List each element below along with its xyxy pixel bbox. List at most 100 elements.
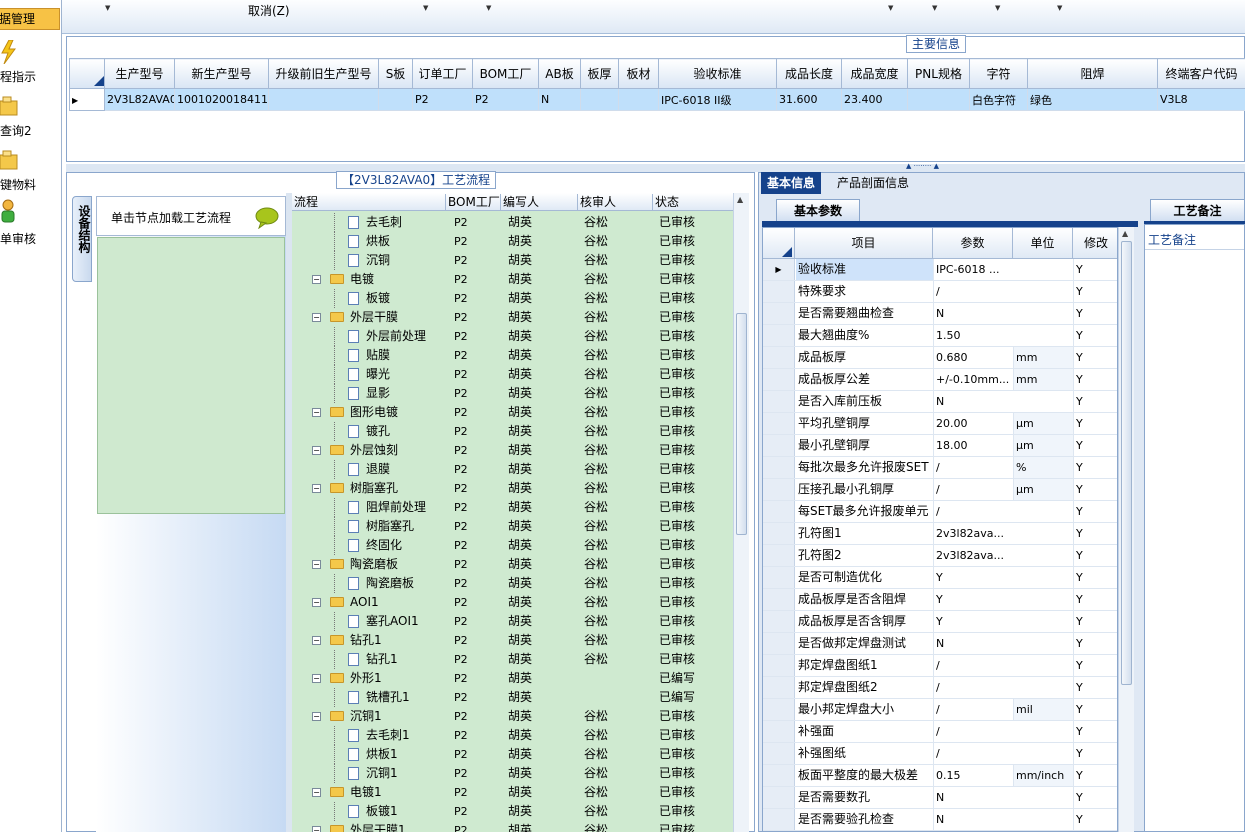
param-row[interactable]: 最小孔壁铜厚 18.00 μm Y <box>763 435 1117 457</box>
param-value[interactable]: 0.15 <box>933 765 1013 786</box>
param-value[interactable]: +/-0.10mm... <box>933 369 1013 390</box>
param-value[interactable]: 1.50 <box>933 325 1013 346</box>
tree-row[interactable]: 阻焊前处理 P2 胡英 谷松 已审核 <box>292 498 733 517</box>
tree-scrollbar[interactable]: ▲ <box>733 193 749 832</box>
main-col-header[interactable]: 板厚 <box>580 58 619 89</box>
dropdown-arrow-icon[interactable]: ▼ <box>105 4 110 12</box>
tree-row[interactable]: − 沉铜1 P2 胡英 谷松 已审核 <box>292 707 733 726</box>
param-value[interactable]: N <box>933 787 1013 808</box>
cancel-button[interactable]: 取消(Z) <box>248 2 290 19</box>
params-scrollbar[interactable]: ▲ <box>1118 227 1134 832</box>
param-row[interactable]: 孔符图1 2v3l82ava... Y <box>763 523 1117 545</box>
param-value[interactable]: IPC-6018 ... <box>933 259 1013 280</box>
tree-row[interactable]: − AOI1 P2 胡英 谷松 已审核 <box>292 593 733 612</box>
nav-data-management[interactable]: 据管理 <box>0 8 60 30</box>
tree-row[interactable]: 树脂塞孔 P2 胡英 谷松 已审核 <box>292 517 733 536</box>
col-header-unit[interactable]: 单位 <box>1013 228 1073 259</box>
param-row[interactable]: 成品板厚 0.680 mm Y <box>763 347 1117 369</box>
param-row[interactable]: 邦定焊盘图纸2/ Y <box>763 677 1117 699</box>
collapse-icon[interactable]: − <box>312 598 321 607</box>
param-value[interactable]: / <box>933 743 1013 764</box>
param-value[interactable]: / <box>933 677 1013 698</box>
tab-profile-info[interactable]: 产品剖面信息 <box>831 172 915 194</box>
col-header-status[interactable]: 状态 <box>653 194 733 210</box>
tree-row[interactable]: 烘板 P2 胡英 谷松 已审核 <box>292 232 733 251</box>
col-header-reviewer[interactable]: 核审人 <box>578 194 653 210</box>
main-col-header[interactable]: 板材 <box>618 58 659 89</box>
tree-row[interactable]: − 外层干膜 P2 胡英 谷松 已审核 <box>292 308 733 327</box>
tree-row[interactable]: 铣槽孔1 P2 胡英 已编写 <box>292 688 733 707</box>
dropdown-arrow-icon[interactable]: ▼ <box>423 4 428 12</box>
param-value[interactable]: / <box>933 281 1013 302</box>
tree-row[interactable]: 贴膜 P2 胡英 谷松 已审核 <box>292 346 733 365</box>
tree-row[interactable]: − 电镀1 P2 胡英 谷松 已审核 <box>292 783 733 802</box>
param-row[interactable]: 是否做邦定焊盘测试 N Y <box>763 633 1117 655</box>
tree-row[interactable]: − 图形电镀 P2 胡英 谷松 已审核 <box>292 403 733 422</box>
col-header-flow[interactable]: 流程 <box>292 194 446 210</box>
scroll-up-icon[interactable]: ▲ <box>737 195 743 204</box>
param-row[interactable]: 成品板厚是否含铜厚 Y Y <box>763 611 1117 633</box>
tab-process-notes[interactable]: 工艺备注 <box>1150 199 1245 223</box>
tree-row[interactable]: 塞孔AOI1 P2 胡英 谷松 已审核 <box>292 612 733 631</box>
collapse-icon[interactable]: − <box>312 275 321 284</box>
main-cell[interactable]: 31.600 <box>776 88 842 111</box>
main-col-header[interactable]: 验收标准 <box>658 58 777 89</box>
col-header-item[interactable]: 项目 <box>795 228 933 259</box>
param-row[interactable]: ▶ 验收标准 IPC-6018 ... Y <box>763 259 1117 281</box>
param-row[interactable]: 是否入库前压板 N Y <box>763 391 1117 413</box>
col-header-bom[interactable]: BOM工厂 <box>446 194 501 210</box>
col-header-edit[interactable]: 修改 <box>1073 228 1117 259</box>
col-header-writer[interactable]: 编写人 <box>501 194 578 210</box>
param-value[interactable]: Y <box>933 567 1013 588</box>
param-row[interactable]: 平均孔壁铜厚 20.00 μm Y <box>763 413 1117 435</box>
main-cell[interactable] <box>618 88 659 111</box>
param-value[interactable]: 20.00 <box>933 413 1013 434</box>
main-col-header[interactable]: 字符 <box>969 58 1028 89</box>
param-row[interactable]: 板面平整度的最大极差 0.15 mm/inch Y <box>763 765 1117 787</box>
main-col-header[interactable]: AB板 <box>538 58 581 89</box>
tree-row[interactable]: − 外形1 P2 胡英 已编写 <box>292 669 733 688</box>
nav-order-review[interactable]: 单审核 <box>0 230 36 247</box>
scroll-up-icon[interactable]: ▲ <box>1122 229 1128 238</box>
main-col-header[interactable]: 成品宽度 <box>841 58 908 89</box>
tree-row[interactable]: 沉铜1 P2 胡英 谷松 已审核 <box>292 764 733 783</box>
collapse-icon[interactable]: − <box>312 408 321 417</box>
main-col-header[interactable]: S板 <box>378 58 413 89</box>
dropdown-arrow-icon[interactable]: ▼ <box>995 4 1000 12</box>
collapse-icon[interactable]: − <box>312 636 321 645</box>
main-col-header[interactable]: BOM工厂 <box>472 58 539 89</box>
param-value[interactable]: N <box>933 633 1013 654</box>
dropdown-arrow-icon[interactable]: ▼ <box>932 4 937 12</box>
horizontal-splitter[interactable]: ▲ ········ ▲ <box>66 162 1245 172</box>
dropdown-arrow-icon[interactable]: ▼ <box>888 4 893 12</box>
main-cell[interactable]: P2 <box>412 88 473 111</box>
param-row[interactable]: 邦定焊盘图纸1/ Y <box>763 655 1117 677</box>
collapse-icon[interactable]: − <box>312 712 321 721</box>
main-col-header[interactable]: 终端客户代码 <box>1157 58 1245 89</box>
param-row[interactable]: 补强图纸 / Y <box>763 743 1117 765</box>
main-cell[interactable]: 2V3L82AVA0 <box>104 88 175 111</box>
param-row[interactable]: 是否需要翘曲检查 N Y <box>763 303 1117 325</box>
param-row[interactable]: 成品板厚是否含阻焊 Y Y <box>763 589 1117 611</box>
param-row[interactable]: 成品板厚公差 +/-0.10mm... mm Y <box>763 369 1117 391</box>
main-cell[interactable]: P2 <box>472 88 539 111</box>
tree-row[interactable]: 陶瓷磨板 P2 胡英 谷松 已审核 <box>292 574 733 593</box>
param-row[interactable]: 每SET最多允许报废单元 / Y <box>763 501 1117 523</box>
tree-row[interactable]: 镀孔 P2 胡英 谷松 已审核 <box>292 422 733 441</box>
param-value[interactable]: N <box>933 303 1013 324</box>
main-col-header[interactable]: 订单工厂 <box>412 58 473 89</box>
collapse-icon[interactable]: − <box>312 826 321 832</box>
param-row[interactable]: 每批次最多允许报废SET /% Y <box>763 457 1117 479</box>
main-cell[interactable] <box>907 88 970 111</box>
tree-row[interactable]: − 钻孔1 P2 胡英 谷松 已审核 <box>292 631 733 650</box>
main-cell[interactable]: V3L8 <box>1157 88 1245 111</box>
param-value[interactable]: Y <box>933 589 1013 610</box>
main-col-header[interactable]: 生产型号 <box>104 58 175 89</box>
param-value[interactable]: 2v3l82ava... <box>933 523 1013 544</box>
tree-row[interactable]: 烘板1 P2 胡英 谷松 已审核 <box>292 745 733 764</box>
tree-row[interactable]: 板镀1 P2 胡英 谷松 已审核 <box>292 802 733 821</box>
main-cell[interactable]: IPC-6018 II级 <box>658 88 777 111</box>
main-col-header[interactable]: 成品长度 <box>776 58 842 89</box>
col-header-param[interactable]: 参数 <box>933 228 1013 259</box>
param-row[interactable]: 是否需要验孔检查 N Y <box>763 809 1117 831</box>
